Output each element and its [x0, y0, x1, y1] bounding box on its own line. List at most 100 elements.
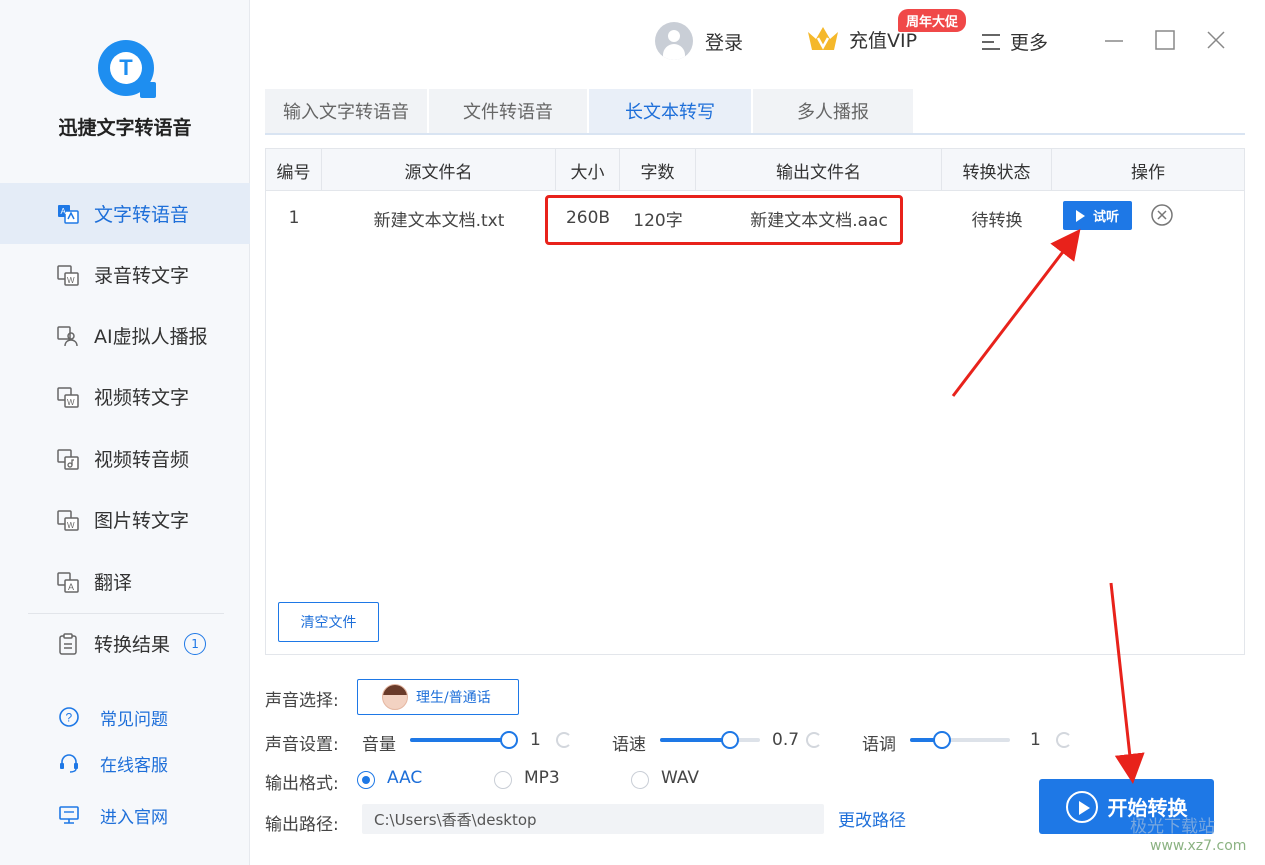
output-path-label: 输出路径: [265, 815, 339, 835]
image-to-text-icon: W [56, 508, 80, 532]
user-avatar-icon [655, 22, 693, 60]
sidebar-item-recording-to-text[interactable]: W 录音转文字 [0, 244, 250, 305]
volume-reset-icon[interactable] [556, 732, 572, 748]
sidebar-item-video-to-text[interactable]: W 视频转文字 [0, 366, 250, 427]
pitch-reset-icon[interactable] [1056, 732, 1072, 748]
more-label: 更多 [1010, 32, 1049, 54]
speed-slider-knob[interactable] [721, 731, 739, 749]
minimize-icon[interactable] [1102, 28, 1126, 52]
sidebar-item-video-to-audio[interactable]: 视频转音频 [0, 428, 250, 489]
col-header-index: 编号 [266, 149, 322, 191]
login-label: 登录 [705, 31, 744, 54]
voice-name: 理生/普通话 [416, 690, 491, 706]
remove-row-icon[interactable] [1150, 203, 1174, 227]
help-icon: ? [58, 706, 80, 728]
sidebar-item-text-to-speech[interactable]: A 文字转语音 [0, 183, 250, 244]
svg-text:?: ? [66, 711, 73, 725]
sidebar-link-label: 常见问题 [100, 709, 168, 730]
clear-files-button[interactable]: 清空文件 [278, 602, 379, 642]
sidebar-item-label: 图片转文字 [94, 510, 190, 532]
output-path-field[interactable]: C:\Users\香香\desktop [362, 804, 824, 834]
watermark-text: 极光下载站 [1130, 817, 1215, 837]
headset-icon [58, 752, 80, 774]
app-name: 迅捷文字转语音 [58, 117, 192, 139]
sidebar-item-results[interactable]: 转换结果 1 [0, 613, 250, 674]
pitch-slider-knob[interactable] [933, 731, 951, 749]
svg-text:W: W [67, 521, 75, 530]
volume-label: 音量 [362, 735, 396, 755]
tab-long-text[interactable]: 长文本转写 [589, 89, 751, 133]
tab-file-to-speech[interactable]: 文件转语音 [429, 89, 587, 133]
login-button[interactable]: 登录 [655, 22, 743, 60]
video-to-text-icon: W [56, 385, 80, 409]
recording-to-text-icon: W [56, 263, 80, 287]
format-aac-label[interactable]: AAC [387, 768, 422, 788]
voice-select-button[interactable]: 理生/普通话 [357, 679, 519, 715]
sidebar-item-label: 视频转文字 [94, 387, 190, 409]
play-icon [1075, 209, 1085, 222]
sidebar-item-label: 翻译 [94, 572, 133, 594]
sidebar-link-faq[interactable]: ? 常见问题 [0, 697, 250, 737]
format-mp3-label[interactable]: MP3 [524, 768, 560, 788]
crown-icon [808, 27, 838, 50]
promo-badge: 周年大促 [898, 9, 967, 32]
volume-slider[interactable] [410, 731, 518, 749]
mode-tabs: 输入文字转语音 文件转语音 长文本转写 多人播报 [265, 89, 1245, 135]
format-wav-radio[interactable] [631, 771, 649, 789]
col-header-actions: 操作 [1131, 162, 1165, 183]
format-aac-radio[interactable] [357, 771, 375, 789]
col-header-size: 大小 [556, 149, 620, 191]
output-format-label: 输出格式: [265, 774, 339, 794]
more-menu-button[interactable]: 更多 [982, 28, 1048, 55]
tab-multi-speaker[interactable]: 多人播报 [753, 89, 913, 133]
sidebar-item-label: 视频转音频 [94, 449, 190, 471]
text-to-speech-icon: A [56, 202, 80, 226]
watermark-url: www.xz7.com [1150, 838, 1247, 854]
col-header-source: 源文件名 [322, 149, 556, 191]
translate-icon: A [56, 570, 80, 594]
volume-value: 1 [530, 730, 541, 750]
col-header-output: 输出文件名 [696, 149, 942, 191]
speed-slider[interactable] [660, 731, 760, 749]
col-header-status: 转换状态 [942, 149, 1052, 191]
change-path-link[interactable]: 更改路径 [838, 806, 906, 831]
sidebar-item-label: AI虚拟人播报 [94, 326, 208, 348]
pitch-slider[interactable] [910, 731, 1010, 749]
format-mp3-radio[interactable] [494, 771, 512, 789]
app-logo: T [98, 40, 156, 98]
row-source-file: 新建文本文档.txt [373, 210, 505, 231]
sidebar-item-translate[interactable]: A 翻译 [0, 551, 250, 612]
tab-input-text[interactable]: 输入文字转语音 [265, 89, 427, 133]
format-wav-label[interactable]: WAV [661, 768, 699, 788]
table-header: 编号 源文件名 大小 字数 输出文件名 转换状态 操作 [266, 149, 1244, 191]
video-to-audio-icon [56, 447, 80, 471]
sidebar-item-label: 文字转语音 [94, 204, 190, 226]
sidebar-item-ai-avatar[interactable]: AI虚拟人播报 [0, 305, 250, 366]
sidebar-item-label: 转换结果 [94, 634, 171, 656]
preview-listen-button[interactable]: 试听 [1063, 201, 1132, 230]
sidebar-link-label: 在线客服 [100, 755, 168, 776]
svg-text:A: A [61, 207, 67, 216]
annotation-highlight-box [545, 195, 903, 245]
voice-select-label: 声音选择: [265, 691, 339, 711]
listen-label: 试听 [1092, 210, 1119, 225]
sound-settings-label: 声音设置: [265, 735, 339, 755]
volume-slider-knob[interactable] [500, 731, 518, 749]
speed-label: 语速 [612, 735, 646, 755]
pitch-label: 语调 [862, 735, 896, 755]
sidebar-item-image-to-text[interactable]: W 图片转文字 [0, 489, 250, 550]
menu-icon [982, 33, 1000, 50]
sidebar-link-support[interactable]: 在线客服 [0, 743, 250, 783]
svg-text:A: A [68, 582, 74, 592]
monitor-icon [58, 804, 80, 826]
svg-text:W: W [67, 276, 75, 285]
speed-value: 0.7 [772, 730, 800, 750]
maximize-icon[interactable] [1153, 28, 1177, 52]
speed-reset-icon[interactable] [806, 732, 822, 748]
col-header-chars: 字数 [620, 149, 696, 191]
sidebar-link-label: 进入官网 [100, 807, 168, 828]
sidebar-link-website[interactable]: 进入官网 [0, 795, 250, 835]
close-icon[interactable] [1204, 28, 1228, 52]
voice-avatar-icon [382, 684, 408, 710]
row-index: 1 [288, 208, 300, 228]
